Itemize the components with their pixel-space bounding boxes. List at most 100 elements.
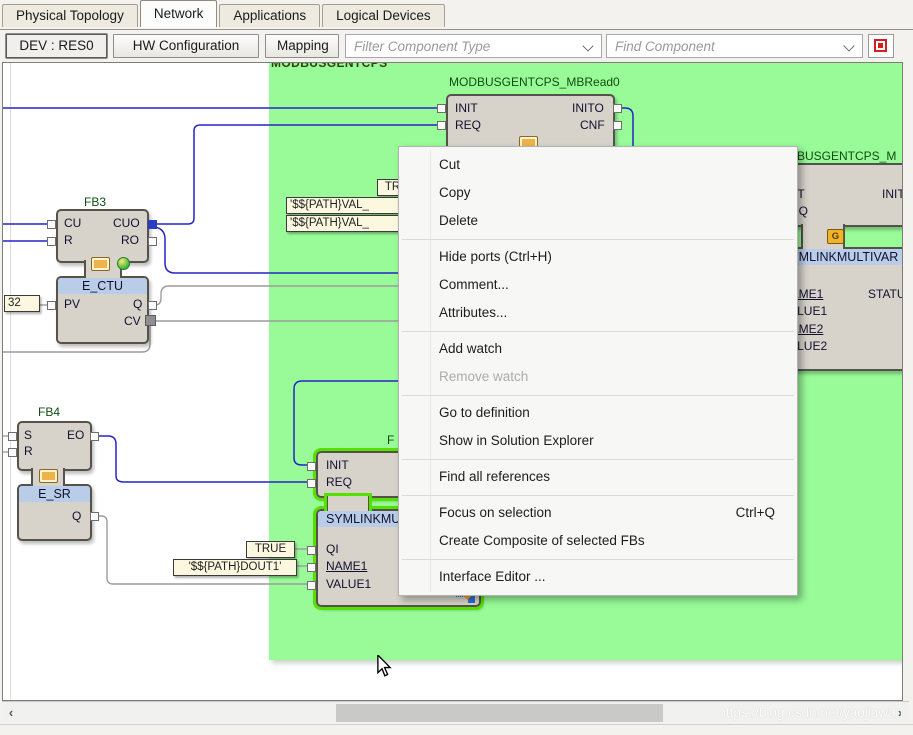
- sym-port-name1: NAME1: [326, 559, 367, 573]
- menu-item-copy[interactable]: Copy: [399, 179, 797, 207]
- fb3-port-r: R: [64, 233, 73, 247]
- chevron-down-icon[interactable]: [843, 40, 854, 51]
- menu-item-label: Focus on selection: [439, 505, 552, 520]
- menu-item-interface-editor[interactable]: Interface Editor ...: [399, 563, 797, 591]
- status-ball-icon: [117, 257, 130, 270]
- filter-component-type-combo[interactable]: [345, 34, 602, 58]
- fb3-instance-name: FB3: [84, 195, 106, 209]
- horizontal-scrollbar[interactable]: ‹ › https://blog.csdn.net/yaojiawan: [2, 701, 909, 724]
- red-square-icon: [874, 39, 887, 52]
- context-menu: Cut Copy Delete Hide ports (Ctrl+H) Comm…: [398, 146, 798, 596]
- mbread-port-init: INIT: [455, 101, 478, 115]
- mbread-port-inito: INITO: [572, 101, 604, 115]
- port-stub[interactable]: [148, 237, 157, 246]
- menu-item-show-in-solution-explorer[interactable]: Show in Solution Explorer: [399, 427, 797, 455]
- red-square-toggle-button[interactable]: [868, 34, 894, 58]
- fb-network-canvas[interactable]: MODBUSGENTCPS: [2, 62, 903, 701]
- hw-configuration-button[interactable]: HW Configuration: [113, 34, 259, 58]
- port-stub[interactable]: [307, 479, 316, 488]
- menu-item-find-all-references[interactable]: Find all references: [399, 463, 797, 491]
- resource-chip-icon: [91, 257, 110, 271]
- fb4-type-band: E_SR: [19, 486, 90, 502]
- fb3-port-cuo: CUO: [113, 216, 140, 230]
- fb3-port-pv: PV: [64, 297, 80, 311]
- g-badge-icon: G: [827, 229, 844, 244]
- port-stub[interactable]: [307, 546, 316, 555]
- menu-separator: [399, 391, 797, 399]
- tab-physical-topology[interactable]: Physical Topology: [2, 4, 138, 27]
- filter-component-type-input[interactable]: [352, 37, 577, 55]
- port-stub[interactable]: [8, 432, 17, 441]
- fb3-port-cu: CU: [64, 216, 81, 230]
- literal-pv-32[interactable]: 32: [4, 295, 40, 312]
- menu-item-attributes[interactable]: Attributes...: [399, 299, 797, 327]
- menu-item-focus-on-selection[interactable]: Focus on selection Ctrl+Q: [399, 499, 797, 527]
- port-stub[interactable]: [613, 121, 622, 130]
- menu-item-comment[interactable]: Comment...: [399, 271, 797, 299]
- fb4-port-r: R: [24, 444, 33, 458]
- menu-separator: [399, 455, 797, 463]
- port-stub[interactable]: [47, 301, 56, 310]
- window-bottom-strip: [0, 724, 913, 735]
- menu-item-hide-ports[interactable]: Hide ports (Ctrl+H): [399, 243, 797, 271]
- menu-separator: [399, 491, 797, 499]
- port-stub[interactable]: [47, 220, 56, 229]
- sym-neck: [326, 495, 370, 512]
- sym-port-qi: QI: [326, 542, 339, 556]
- fb4-port-s: S: [24, 428, 32, 442]
- fb3-port-ro: RO: [121, 233, 139, 247]
- port-stub-connected[interactable]: [148, 220, 157, 229]
- sym-port-value1: VALUE1: [326, 577, 371, 591]
- scrollbar-thumb[interactable]: [336, 704, 663, 722]
- editor-tab-bar: Physical TopologyNetworkApplicationsLogi…: [0, 0, 913, 30]
- menu-item-create-composite[interactable]: Create Composite of selected FBs: [399, 527, 797, 555]
- find-component-input[interactable]: [613, 37, 838, 55]
- port-stub[interactable]: [90, 432, 99, 441]
- menu-item-go-to-definition[interactable]: Go to definition: [399, 399, 797, 427]
- port-stub[interactable]: [148, 301, 157, 310]
- menu-shortcut: Ctrl+Q: [736, 499, 775, 527]
- mbread-instance-name: MODBUSGENTCPS_MBRead0: [449, 75, 620, 89]
- find-component-combo[interactable]: [606, 34, 863, 58]
- menu-separator: [399, 235, 797, 243]
- literal-val-path-2[interactable]: '$${PATH}VAL_: [286, 215, 400, 232]
- literal-val-path-1[interactable]: '$${PATH}VAL_: [286, 197, 400, 214]
- mbread-port-cnf: CNF: [580, 118, 605, 132]
- port-stub[interactable]: [307, 563, 316, 572]
- sym-port-init: INIT: [326, 458, 349, 472]
- literal-true-bottom[interactable]: TRUE: [246, 541, 295, 558]
- dev-res0-button[interactable]: DEV : RES0: [6, 34, 107, 58]
- menu-separator: [399, 327, 797, 335]
- sym-port-req: REQ: [326, 475, 352, 489]
- fb3-type-band: E_CTU: [58, 278, 147, 294]
- mouse-cursor-icon: [376, 655, 392, 677]
- port-stub[interactable]: [47, 237, 56, 246]
- port-stub[interactable]: [437, 104, 446, 113]
- right-port-inito: INITO: [882, 187, 903, 201]
- fb3-port-cv: CV: [124, 314, 141, 328]
- port-stub-connected[interactable]: [145, 315, 156, 326]
- chevron-down-icon[interactable]: [582, 40, 593, 51]
- scroll-left-arrow[interactable]: ‹: [2, 702, 20, 724]
- port-stub[interactable]: [8, 448, 17, 457]
- tab-applications[interactable]: Applications: [219, 4, 320, 27]
- fb-network-editor-window: Physical TopologyNetworkApplicationsLogi…: [0, 0, 913, 735]
- menu-item-cut[interactable]: Cut: [399, 151, 797, 179]
- literal-dout-path[interactable]: '$${PATH}DOUT1': [173, 559, 297, 576]
- fb4-instance-name: FB4: [38, 405, 60, 419]
- menu-item-remove-watch: Remove watch: [399, 363, 797, 391]
- port-stub[interactable]: [90, 512, 99, 521]
- tab-logical-devices[interactable]: Logical Devices: [322, 4, 445, 27]
- port-stub[interactable]: [613, 104, 622, 113]
- port-stub[interactable]: [307, 462, 316, 471]
- mbread-port-req: REQ: [455, 118, 481, 132]
- mapping-button[interactable]: Mapping: [265, 34, 339, 58]
- menu-item-add-watch[interactable]: Add watch: [399, 335, 797, 363]
- port-stub[interactable]: [307, 581, 316, 590]
- menu-item-delete[interactable]: Delete: [399, 207, 797, 235]
- tab-network[interactable]: Network: [140, 0, 218, 27]
- resource-chip-icon: [39, 469, 58, 483]
- fb4-port-eo: EO: [67, 428, 84, 442]
- port-stub[interactable]: [437, 121, 446, 130]
- sym-instance-name-fragment: F: [387, 433, 394, 447]
